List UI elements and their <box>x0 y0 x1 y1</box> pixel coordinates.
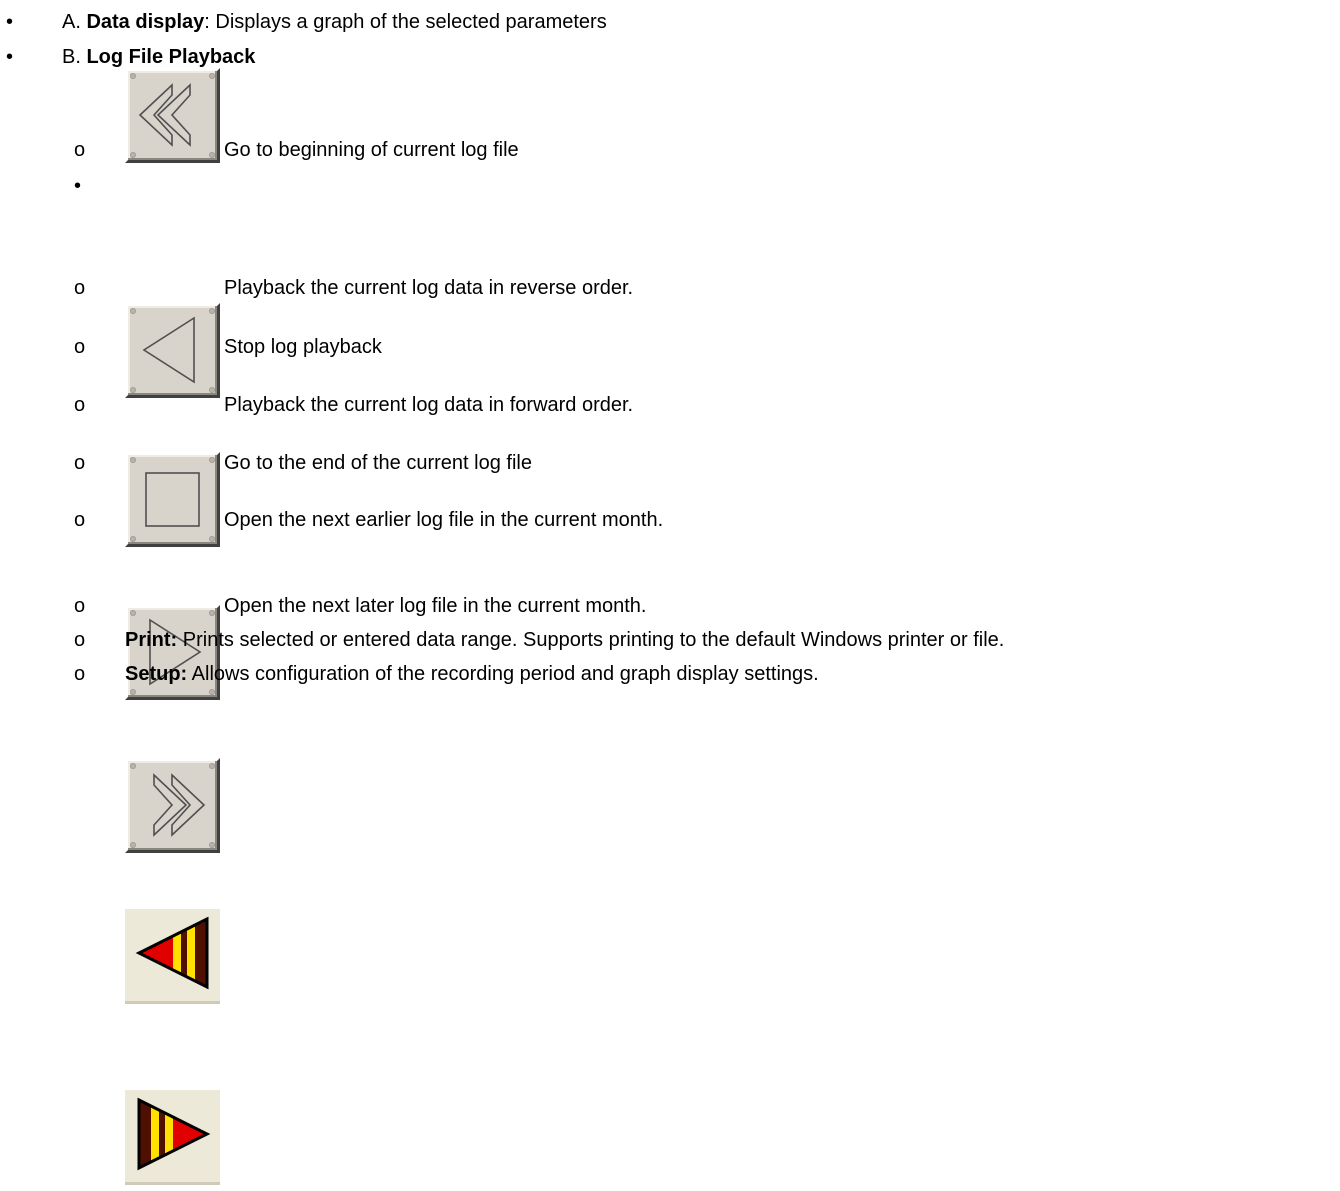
playback-item-text: Go to beginning of current log file <box>224 139 519 161</box>
play-reverse-button[interactable] <box>125 303 220 398</box>
fast-forward-to-end-button[interactable] <box>125 758 220 853</box>
setup-label: Setup: <box>125 663 188 685</box>
rewind-to-start-button[interactable] <box>125 68 220 163</box>
sub-bullet: o <box>74 595 86 617</box>
sub-bullet: o <box>74 277 86 299</box>
item-prefix: A. <box>62 11 87 33</box>
next-log-file-icon <box>137 1097 211 1171</box>
playback-item-text: Stop log playback <box>224 336 382 358</box>
next-log-file-button[interactable] <box>125 1090 220 1185</box>
playback-item-text: Playback the current log data in reverse… <box>224 277 634 299</box>
bullet: • <box>6 46 14 68</box>
playback-item-text: Go to the end of the current log file <box>224 452 532 474</box>
item-title: Data display <box>86 11 205 33</box>
print-label: Print: <box>125 629 178 651</box>
sub-bullet: o <box>74 663 86 685</box>
bullet: • <box>74 175 82 197</box>
stop-icon <box>145 472 200 527</box>
rewind-to-start-icon <box>138 83 191 147</box>
sub-bullet: o <box>74 336 86 358</box>
item-text: : Displays a graph of the selected param… <box>204 11 607 33</box>
sub-bullet: o <box>74 509 86 531</box>
sub-bullet: o <box>74 452 86 474</box>
stop-button[interactable] <box>125 452 220 547</box>
previous-log-file-button[interactable] <box>125 909 220 1004</box>
setup-text: Allows configuration of the recording pe… <box>187 663 819 685</box>
playback-item-text: Playback the current log data in forward… <box>224 394 634 416</box>
fast-forward-to-end-icon <box>153 773 206 837</box>
playback-item-text: Open the next later log file in the curr… <box>224 595 647 617</box>
sub-bullet: o <box>74 629 86 651</box>
playback-item-text: Open the next earlier log file in the cu… <box>224 509 664 531</box>
previous-log-file-icon <box>135 916 209 990</box>
print-text: Prints selected or entered data range. S… <box>177 629 1005 651</box>
sub-bullet: o <box>74 394 86 416</box>
sub-bullet: o <box>74 139 86 161</box>
item-prefix: B. <box>62 46 87 68</box>
bullet: • <box>6 11 14 33</box>
item-title: Log File Playback <box>86 46 256 68</box>
play-reverse-icon <box>142 316 195 384</box>
